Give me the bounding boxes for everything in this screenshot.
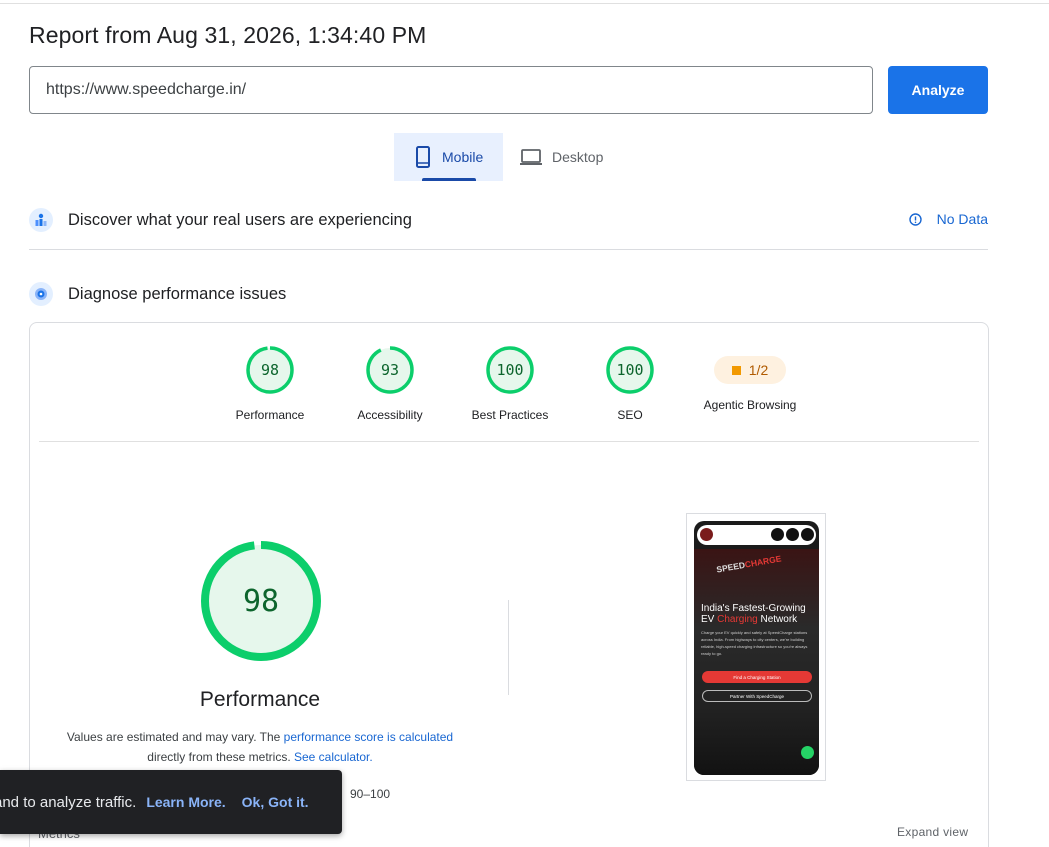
analyze-button[interactable]: Analyze — [888, 66, 988, 114]
gauge-performance[interactable]: 98 Performance — [210, 346, 330, 422]
gauge-score: 100 — [496, 361, 524, 379]
url-input[interactable]: https://www.speedcharge.in/ — [29, 66, 873, 114]
phone-find-station-button: Find a Charging Station — [702, 671, 812, 683]
performance-note: Values are estimated and may vary. The p… — [60, 727, 460, 767]
performance-big-score: 98 — [242, 583, 280, 619]
report-title: Report from Aug 31, 2026, 1:34:40 PM — [29, 22, 427, 48]
top-divider — [0, 3, 1049, 4]
gauge-score: 1/2 — [748, 362, 769, 378]
gauge-agentic-browsing[interactable]: 1/2 Agentic Browsing — [690, 346, 810, 412]
vertical-divider — [508, 600, 509, 695]
gauge-label: Agentic Browsing — [703, 398, 797, 412]
agentic-score-badge: 1/2 — [714, 356, 786, 384]
legend-range-pass: 90–100 — [350, 787, 391, 801]
tab-mobile-label: Mobile — [442, 149, 484, 165]
performance-big-label: Performance — [199, 688, 321, 711]
see-calculator-link[interactable]: See calculator. — [294, 750, 373, 764]
lighthouse-icon — [29, 282, 53, 306]
crux-users-icon — [29, 208, 53, 232]
note-text: Values are estimated and may vary. The — [66, 730, 284, 744]
discover-section: Discover what your real users are experi… — [29, 200, 988, 240]
info-icon — [908, 212, 922, 226]
diagnose-section: Diagnose performance issues — [29, 276, 988, 312]
phone-partner-button: Partner With SpeedCharge — [702, 690, 812, 702]
performance-score-link[interactable]: performance score is calculated — [284, 730, 453, 744]
tab-desktop-label: Desktop — [552, 149, 604, 165]
no-data-label: No Data — [936, 211, 988, 227]
card-divider — [39, 441, 979, 442]
laptop-icon — [520, 149, 542, 165]
section-divider — [29, 249, 988, 250]
note-text: directly from these metrics. — [147, 750, 294, 764]
phone-headline: India's Fastest-Growing EV Charging Netw… — [701, 603, 806, 625]
phone-hero-bg — [694, 549, 819, 775]
cookie-toast: and to analyze traffic. Learn More. Ok, … — [0, 770, 342, 834]
diagnose-title: Diagnose performance issues — [68, 284, 287, 303]
gauge-seo[interactable]: 100 SEO — [570, 346, 690, 422]
gauge-label: Accessibility — [357, 408, 423, 422]
gauge-label: SEO — [617, 408, 643, 422]
no-data-status[interactable]: No Data — [908, 211, 988, 227]
discover-title: Discover what your real users are experi… — [68, 210, 412, 229]
performance-big-gauge: 98 — [200, 540, 322, 662]
gauge-score: 98 — [260, 361, 280, 379]
gauge-label: Best Practices — [471, 408, 549, 422]
tab-selected-indicator — [422, 178, 476, 181]
tab-mobile[interactable]: Mobile — [394, 133, 503, 181]
lighthouse-report-card: 98 Performance 93 Accessibility 100 Best… — [29, 322, 989, 847]
gauge-score: 100 — [616, 361, 644, 379]
url-input-value: https://www.speedcharge.in/ — [46, 81, 247, 98]
phone-header-bar — [697, 525, 816, 545]
smartphone-icon — [416, 146, 430, 168]
gauge-best-practices[interactable]: 100 Best Practices — [450, 346, 570, 422]
gauge-accessibility[interactable]: 93 Accessibility — [330, 346, 450, 422]
tab-desktop[interactable]: Desktop — [510, 133, 620, 181]
whatsapp-icon — [801, 746, 814, 759]
phone-body-text: Charge your EV quickly and safely at Spe… — [701, 630, 808, 656]
ok-got-it-button[interactable]: Ok, Got it. — [242, 794, 309, 810]
average-square-icon — [731, 365, 741, 375]
expand-view-button[interactable]: Expand view — [897, 825, 968, 839]
toast-message: and to analyze traffic. — [0, 793, 137, 811]
gauge-label: Performance — [235, 408, 305, 422]
final-screenshot-thumbnail[interactable]: SPEEDCHARGE India's Fastest-Growing EV C… — [686, 513, 826, 781]
learn-more-link[interactable]: Learn More. — [146, 794, 225, 810]
gauge-score: 93 — [380, 361, 400, 379]
phone-screenshot: SPEEDCHARGE India's Fastest-Growing EV C… — [694, 521, 819, 775]
